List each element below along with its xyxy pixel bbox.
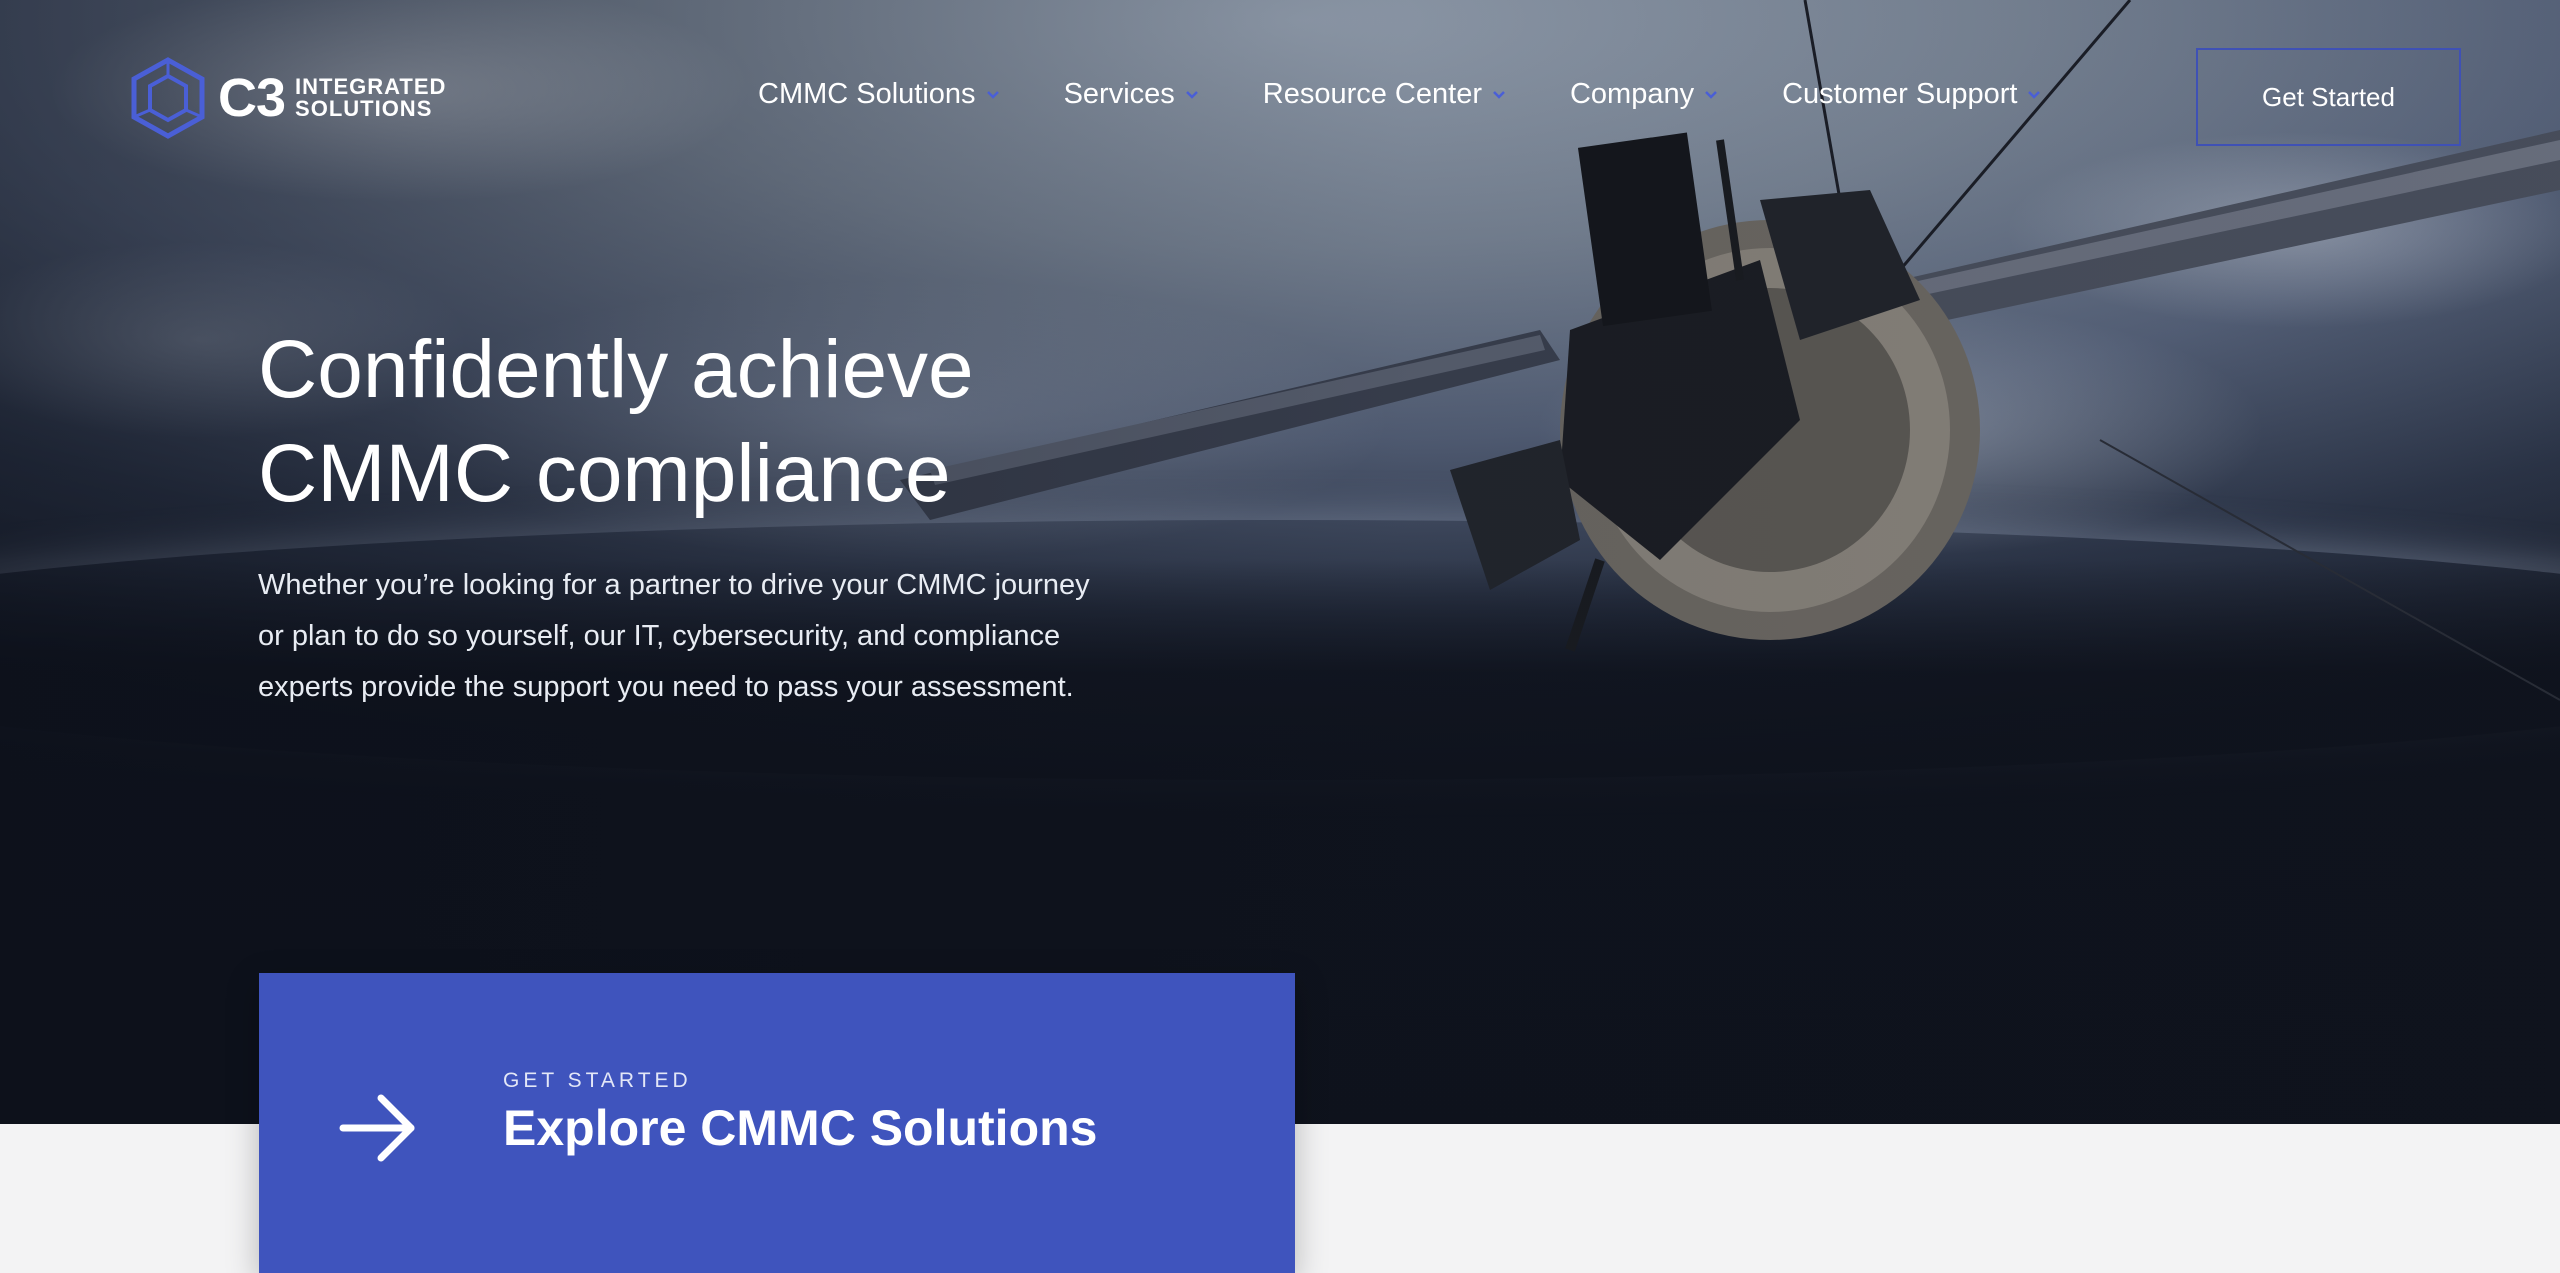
chevron-down-icon — [2028, 90, 2041, 99]
logo-line-2: SOLUTIONS — [295, 96, 433, 121]
logo-mark: C3 — [218, 68, 286, 128]
nav-item-label: CMMC Solutions — [758, 78, 976, 110]
card-eyebrow: GET STARTED — [503, 1069, 692, 1092]
nav-item-label: Resource Center — [1262, 78, 1482, 110]
chevron-down-icon — [1493, 90, 1505, 99]
logo-line-1: INTEGRATED — [295, 74, 447, 99]
explore-cmmc-solutions-card[interactable]: GET STARTED Explore CMMC Solutions — [259, 973, 1295, 1273]
nav-item-customer-support[interactable]: Customer Support — [1782, 78, 2041, 111]
chevron-down-icon — [1705, 90, 1717, 99]
nav-item-label: Company — [1569, 78, 1695, 110]
nav-item-label: Services — [1063, 78, 1175, 110]
headline-line-2: CMMC compliance — [258, 428, 951, 519]
top-navigation: C3 INTEGRATED SOLUTIONS CMMC Solutions S… — [0, 0, 2560, 200]
arrow-right-icon — [339, 1094, 415, 1162]
chevron-down-icon — [986, 90, 999, 99]
hexagon-logo-icon — [131, 57, 205, 139]
nav-item-services[interactable]: Services — [1064, 78, 1199, 111]
nav-item-cmmc-solutions[interactable]: CMMC Solutions — [758, 78, 1000, 111]
chevron-down-icon — [1185, 90, 1198, 99]
logo-wordmark: INTEGRATED SOLUTIONS — [295, 76, 446, 120]
brand-logo[interactable]: C3 INTEGRATED SOLUTIONS — [128, 56, 446, 140]
main-menu: CMMC Solutions Services Resource Center … — [758, 78, 2105, 111]
nav-item-label: Customer Support — [1782, 78, 2018, 110]
get-started-button[interactable]: Get Started — [2196, 48, 2461, 146]
card-title: Explore CMMC Solutions — [503, 1100, 1098, 1156]
nav-item-resource-center[interactable]: Resource Center — [1263, 78, 1506, 111]
nav-item-company[interactable]: Company — [1570, 78, 1718, 111]
headline-line-1: Confidently achieve — [258, 324, 974, 415]
hero-subtext: Whether you’re looking for a partner to … — [258, 569, 1090, 703]
page-title: Confidently achieve CMMC compliance — [258, 318, 1358, 526]
